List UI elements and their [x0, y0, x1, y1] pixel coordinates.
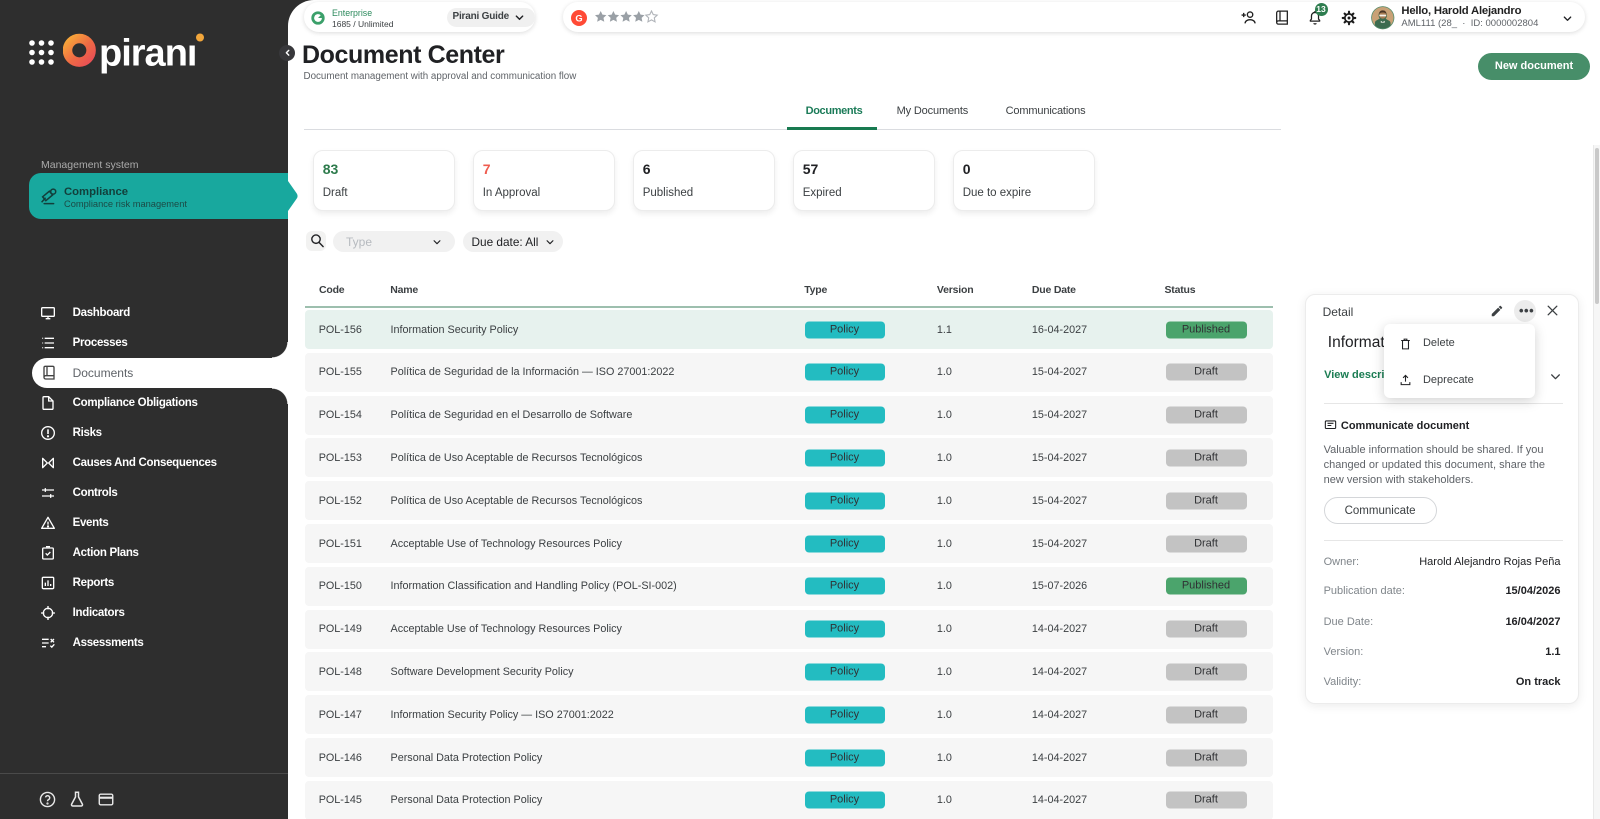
svg-text:G: G [575, 13, 582, 23]
svg-text:pirani: pirani [99, 33, 196, 75]
